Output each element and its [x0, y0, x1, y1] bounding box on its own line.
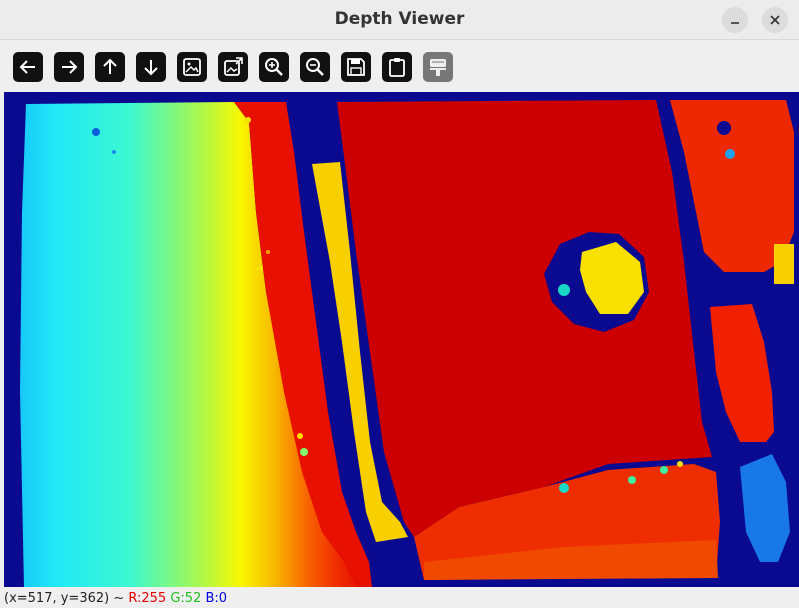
pan-down-button[interactable] [136, 52, 166, 82]
paint-icon [430, 59, 446, 76]
arrow-up-icon [103, 58, 117, 74]
arrow-left-icon [19, 60, 35, 74]
properties-button[interactable] [423, 52, 453, 82]
arrow-down-icon [144, 60, 158, 76]
zoom-out-button[interactable] [300, 52, 330, 82]
pan-right-button[interactable] [54, 52, 84, 82]
pan-left-button[interactable] [13, 52, 43, 82]
copy-to-clipboard-button[interactable] [382, 52, 412, 82]
image-fit-icon [224, 57, 243, 76]
depth-image [4, 92, 799, 587]
pixel-red-value: R:255 [128, 591, 167, 606]
depth-image-canvas[interactable] [4, 92, 799, 587]
window-title: Depth Viewer [334, 9, 465, 29]
zoom-to-image-fit-button[interactable] [218, 52, 248, 82]
title-bar: Depth Viewer [0, 0, 799, 40]
save-button[interactable] [341, 52, 371, 82]
zoom-out-icon [306, 58, 324, 76]
toolbar [0, 41, 799, 91]
save-icon [347, 58, 365, 76]
status-bar: (x=517, y=362) ~ R:255 G:52 B:0 [0, 590, 799, 608]
pan-up-button[interactable] [95, 52, 125, 82]
close-button[interactable] [762, 7, 788, 33]
arrow-right-icon [62, 60, 78, 74]
cursor-coordinates: (x=517, y=362) ~ [4, 591, 129, 606]
image-icon [183, 58, 201, 76]
zoom-to-image-button[interactable] [177, 52, 207, 82]
pixel-green-value: G:52 [170, 591, 202, 606]
zoom-in-button[interactable] [259, 52, 289, 82]
close-icon [770, 15, 780, 25]
zoom-in-icon [265, 58, 283, 76]
pixel-blue-value: B:0 [205, 591, 228, 606]
minimize-icon [731, 22, 739, 24]
clipboard-icon [389, 58, 405, 77]
minimize-button[interactable] [722, 7, 748, 33]
